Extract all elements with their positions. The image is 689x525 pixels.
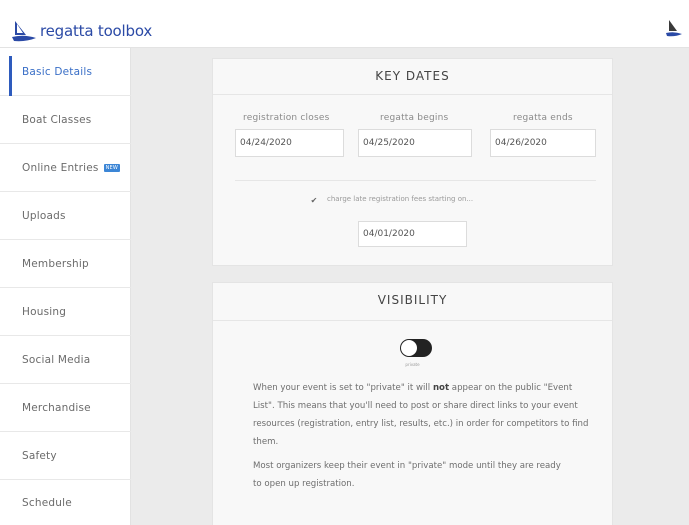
registration-closes-input[interactable] xyxy=(235,129,344,157)
sailboat-corner-icon xyxy=(666,20,682,37)
sidebar-item-label: Safety xyxy=(22,449,57,462)
sidebar-item-label: Membership xyxy=(22,257,89,270)
sidebar-item-merchandise[interactable]: Merchandise xyxy=(0,384,131,432)
sidebar-item-social-media[interactable]: Social Media xyxy=(0,336,131,384)
key-dates-card: KEY DATES registration closes regatta be… xyxy=(212,58,613,266)
late-fee-label: charge late registration fees starting o… xyxy=(327,195,474,203)
late-fee-checkbox[interactable]: ✔ xyxy=(309,195,319,205)
regatta-ends-label: regatta ends xyxy=(513,113,573,123)
sidebar-item-membership[interactable]: Membership xyxy=(0,240,131,288)
brand-link[interactable]: regatta toolbox xyxy=(12,20,152,42)
late-fee-date-input[interactable] xyxy=(358,221,467,247)
sidebar-item-label: Schedule xyxy=(22,496,72,509)
registration-closes-label: registration closes xyxy=(243,113,330,123)
emphasis-not: not xyxy=(432,383,450,393)
sidebar-item-label: Online Entries xyxy=(22,161,99,174)
key-dates-title: KEY DATES xyxy=(375,69,450,83)
sailboat-logo-icon xyxy=(12,21,36,42)
toggle-caption: private xyxy=(405,362,420,367)
sidebar-item-label: Basic Details xyxy=(22,65,93,78)
sidebar-item-label: Social Media xyxy=(22,353,91,366)
divider xyxy=(235,180,596,181)
sidebar-item-label: Boat Classes xyxy=(22,113,92,126)
regatta-begins-input[interactable] xyxy=(358,129,472,157)
sidebar-item-uploads[interactable]: Uploads xyxy=(0,192,131,240)
visibility-card: VISIBILITY private When your event is se… xyxy=(212,282,613,525)
top-header: regatta toolbox xyxy=(0,0,689,48)
sidebar-item-schedule[interactable]: Schedule xyxy=(0,480,131,525)
sidebar-item-label: Housing xyxy=(22,305,67,318)
regatta-begins-label: regatta begins xyxy=(380,113,449,123)
visibility-paragraph-1: When your event is set to "private" it w… xyxy=(253,383,589,447)
sidebar-item-safety[interactable]: Safety xyxy=(0,432,131,480)
toggle-knob xyxy=(401,340,417,356)
visibility-paragraph-2: Most organizers keep their event in "pri… xyxy=(253,461,561,489)
sidebar-item-basic-details[interactable]: Basic Details xyxy=(0,48,131,96)
sidebar-item-housing[interactable]: Housing xyxy=(0,288,131,336)
new-badge: NEW xyxy=(103,163,121,172)
visibility-title: VISIBILITY xyxy=(377,293,448,307)
sidebar-item-label: Uploads xyxy=(22,209,66,222)
sidebar-item-online-entries[interactable]: Online Entries NEW xyxy=(0,144,131,192)
brand-name: regatta toolbox xyxy=(40,22,153,40)
regatta-ends-input[interactable] xyxy=(490,129,596,157)
visibility-toggle[interactable] xyxy=(400,339,432,357)
sidebar-item-boat-classes[interactable]: Boat Classes xyxy=(0,96,131,144)
divider xyxy=(213,94,612,95)
sidebar-item-label: Merchandise xyxy=(22,401,91,414)
divider xyxy=(213,320,612,321)
sidebar-nav: Basic Details Boat Classes Online Entrie… xyxy=(0,48,131,525)
